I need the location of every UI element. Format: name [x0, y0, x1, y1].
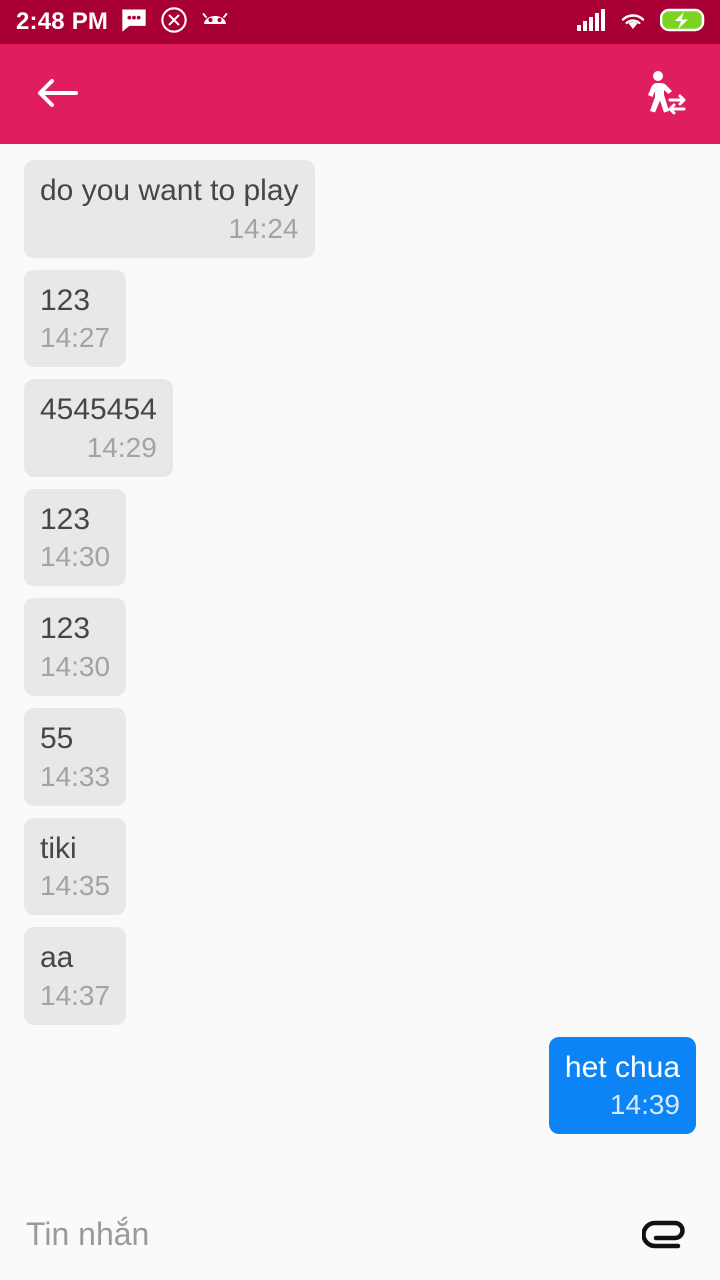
- message-row: 4545454 14:29: [24, 379, 696, 477]
- message-text: 123: [40, 612, 91, 646]
- incoming-message-bubble[interactable]: 123 14:30: [24, 598, 127, 696]
- app-bar: [0, 44, 720, 144]
- message-timestamp: 14:30: [40, 541, 111, 573]
- message-list[interactable]: do you want to play 14:24 123 14:27 4545454 1…: [0, 144, 720, 1188]
- message-timestamp: 14:30: [40, 650, 111, 682]
- sms-message-icon: [120, 6, 148, 39]
- back-button[interactable]: [30, 69, 84, 120]
- cellular-signal-icon: [576, 8, 606, 37]
- battery-charging-icon: [659, 7, 706, 38]
- message-timestamp: 14:29: [86, 431, 157, 463]
- app-bar-left-group: [30, 69, 84, 120]
- message-timestamp: 14:37: [40, 979, 111, 1011]
- message-row: 123 14:30: [24, 598, 696, 696]
- transfer-person-icon: [636, 67, 688, 122]
- message-text: tiki: [40, 831, 77, 865]
- message-row: het chua 14:39: [24, 1036, 696, 1135]
- incoming-message-bubble[interactable]: 55 14:33: [24, 707, 127, 806]
- message-composer: [0, 1188, 720, 1280]
- incoming-message-bubble[interactable]: 123 14:30: [24, 488, 127, 587]
- incoming-message-bubble[interactable]: 123 14:27: [24, 269, 127, 368]
- message-text: 123: [40, 502, 91, 536]
- message-text: het chua: [564, 1050, 680, 1084]
- message-timestamp: 14:27: [40, 322, 111, 354]
- message-timestamp: 14:35: [40, 870, 111, 902]
- message-row: do you want to play 14:24: [24, 160, 696, 258]
- message-timestamp: 14:33: [40, 760, 111, 792]
- message-timestamp: 14:39: [609, 1089, 680, 1121]
- paperclip-icon: [641, 1213, 688, 1256]
- message-text: do you want to play: [40, 174, 299, 207]
- message-row: aa 14:37: [24, 927, 696, 1025]
- chat-screen: 2:48 PM do you want to play 14:24 123 14…: [0, 0, 720, 1280]
- message-text: aa: [40, 941, 74, 975]
- transfer-person-button[interactable]: [632, 63, 692, 126]
- incoming-message-bubble[interactable]: aa 14:37: [24, 927, 127, 1025]
- message-row: tiki 14:35: [24, 817, 696, 916]
- back-arrow-icon: [34, 73, 80, 116]
- close-circle-icon: [160, 6, 188, 39]
- wifi-icon: [618, 8, 648, 37]
- incoming-message-bubble[interactable]: do you want to play 14:24: [24, 160, 315, 258]
- outgoing-message-bubble[interactable]: het chua 14:39: [548, 1036, 696, 1135]
- message-text: 123: [40, 283, 91, 317]
- attach-button[interactable]: [636, 1207, 694, 1262]
- message-input[interactable]: [26, 1215, 624, 1253]
- status-bar-left-group: 2:48 PM: [16, 6, 230, 39]
- incoming-message-bubble[interactable]: 4545454 14:29: [24, 379, 173, 477]
- status-clock: 2:48 PM: [16, 8, 109, 35]
- android-bug-icon: [200, 8, 230, 37]
- message-text: 4545454: [40, 393, 157, 427]
- message-row: 55 14:33: [24, 707, 696, 806]
- incoming-message-bubble[interactable]: tiki 14:35: [24, 817, 127, 916]
- message-row: 123 14:27: [24, 269, 696, 368]
- app-bar-right-group: [632, 63, 692, 126]
- status-bar-right-group: [576, 7, 706, 38]
- message-timestamp: 14:24: [228, 212, 299, 244]
- message-text: 55: [40, 721, 74, 755]
- status-bar: 2:48 PM: [0, 0, 720, 44]
- message-row: 123 14:30: [24, 488, 696, 587]
